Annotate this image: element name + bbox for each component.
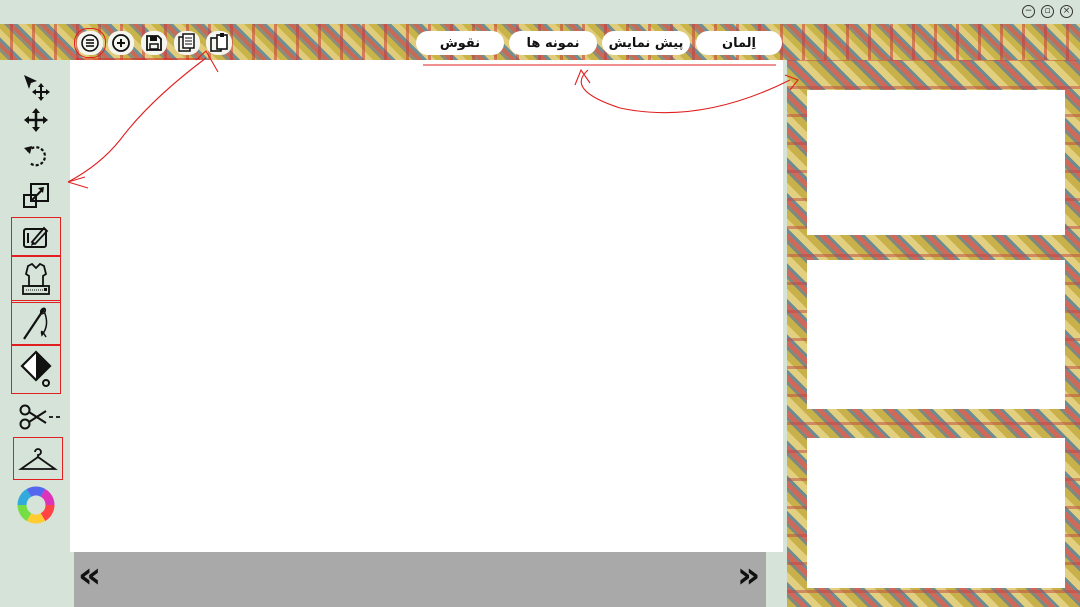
close-icon[interactable]: × [1060, 5, 1073, 18]
sewing-machine-icon[interactable] [11, 256, 61, 303]
next-arrow-icon[interactable]: » [737, 558, 760, 594]
sample-slot-2[interactable] [807, 260, 1065, 409]
title-bar: − ▫ × [0, 0, 1080, 24]
fill-icon[interactable] [11, 344, 61, 394]
scale-icon[interactable] [14, 177, 58, 215]
menu-icon[interactable] [74, 28, 106, 58]
scissors-icon[interactable] [16, 398, 64, 436]
tab-motifs[interactable]: نقوش [416, 31, 504, 55]
needle-icon[interactable] [11, 300, 61, 346]
next-arrow-label: » [737, 555, 761, 596]
add-icon[interactable] [108, 31, 134, 55]
minimize-icon[interactable]: − [1022, 5, 1035, 18]
tab-samples-label: نمونه ها [526, 35, 580, 51]
bottom-bar [74, 552, 766, 607]
tab-samples[interactable]: نمونه ها [509, 31, 597, 55]
tablet-draw-icon[interactable] [11, 217, 61, 256]
rotate-icon[interactable] [14, 137, 58, 175]
hanger-icon[interactable] [13, 437, 63, 480]
restore-icon[interactable]: ▫ [1041, 5, 1054, 18]
prev-arrow-icon[interactable]: « [78, 558, 101, 594]
sample-slot-1[interactable] [807, 90, 1065, 235]
sample-slot-3[interactable] [807, 438, 1065, 588]
tab-element[interactable]: اِلمان [696, 31, 782, 55]
paste-icon[interactable] [206, 31, 232, 55]
tab-motifs-label: نقوش [439, 35, 481, 51]
prev-arrow-label: « [78, 555, 102, 596]
design-canvas[interactable] [70, 60, 783, 552]
document-icon[interactable] [174, 31, 200, 55]
tab-element-label: اِلمان [721, 35, 757, 51]
move-icon[interactable] [14, 101, 58, 139]
tab-preview-label: پیش نمایش [608, 35, 684, 51]
save-icon[interactable] [141, 31, 167, 55]
color-wheel-icon[interactable] [14, 486, 58, 524]
tab-preview[interactable]: پیش نمایش [602, 31, 690, 55]
